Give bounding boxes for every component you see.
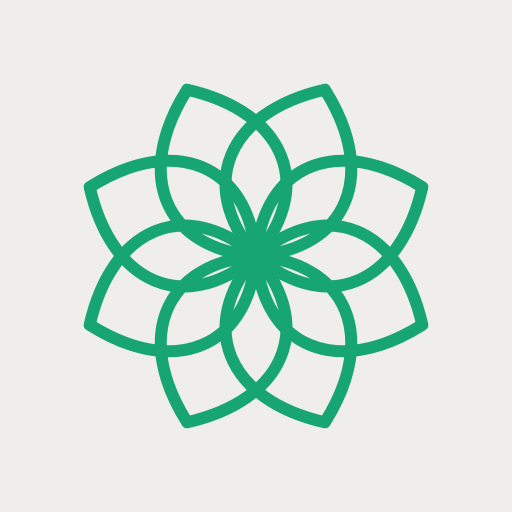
app-icon-canvas [0,0,512,512]
lotus-rosette-icon [0,0,512,512]
